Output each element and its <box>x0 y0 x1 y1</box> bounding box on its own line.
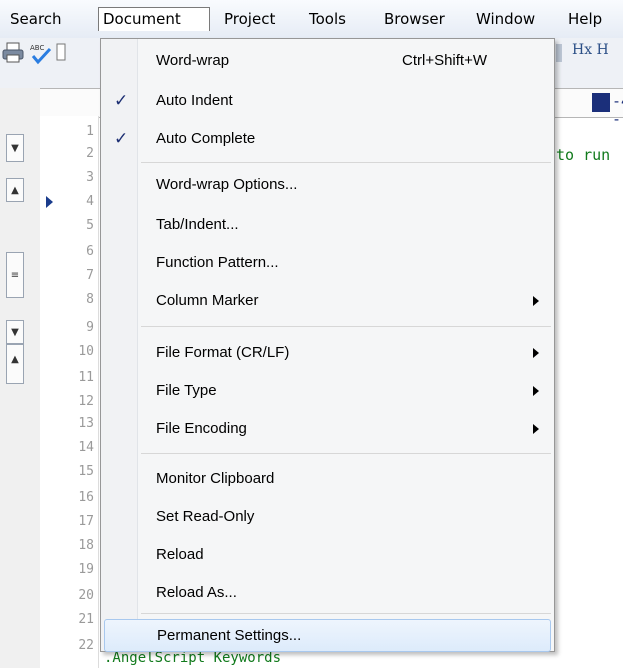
line-number: 12 <box>78 394 94 409</box>
chevron-up-icon[interactable]: ▲ <box>6 178 24 202</box>
line-number: 1 <box>86 124 94 139</box>
checkmark-icon: ✓ <box>114 129 129 149</box>
menu-item-file-encoding[interactable]: File Encoding <box>104 413 551 446</box>
menu-item-set-read-only[interactable]: Set Read-Only <box>104 501 551 534</box>
menu-browser[interactable]: Browser <box>380 7 449 31</box>
line-number: 5 <box>86 218 94 233</box>
menu-item-label: Auto Complete <box>156 130 256 147</box>
menu-separator <box>141 162 551 163</box>
menu-item-label: Tab/Indent... <box>156 216 239 233</box>
menu-item-function-pattern[interactable]: Function Pattern... <box>104 247 551 280</box>
line-number: 21 <box>78 612 94 627</box>
menu-item-auto-complete[interactable]: ✓ Auto Complete <box>104 123 551 156</box>
menu-item-label: Word-wrap Options... <box>156 176 298 193</box>
menu-item-auto-indent[interactable]: ✓ Auto Indent <box>104 85 551 118</box>
line-number: 15 <box>78 464 94 479</box>
menu-separator <box>141 326 551 327</box>
line-number: 2 <box>86 146 94 161</box>
left-outline-panel: ▼ ▲ ≡ ▼ ▲ <box>0 88 40 668</box>
current-line-marker-icon <box>46 196 53 208</box>
menu-item-label: Column Marker <box>156 292 259 309</box>
line-number: 8 <box>86 292 94 307</box>
menu-item-file-format[interactable]: File Format (CR/LF) <box>104 337 551 370</box>
document-menu-dropdown: Word-wrap Ctrl+Shift+W ✓ Auto Indent ✓ A… <box>100 38 555 652</box>
line-number: 13 <box>78 416 94 431</box>
line-number: 6 <box>86 244 94 259</box>
menu-search[interactable]: Search <box>6 7 66 31</box>
menu-item-label: Auto Indent <box>156 92 233 109</box>
line-number: 14 <box>78 440 94 455</box>
menu-separator <box>141 613 551 614</box>
line-number: 17 <box>78 514 94 529</box>
menu-item-word-wrap[interactable]: Word-wrap Ctrl+Shift+W <box>104 45 551 78</box>
menu-item-label: Monitor Clipboard <box>156 470 275 487</box>
line-number: 20 <box>78 588 94 603</box>
menu-item-label: File Type <box>156 382 217 399</box>
svg-text:ABC: ABC <box>30 44 44 52</box>
line-number: 11 <box>78 370 94 385</box>
chevron-down-icon[interactable]: ▼ <box>6 134 24 162</box>
hex-mode-icon[interactable]: Hx H <box>572 42 609 58</box>
line-number: 19 <box>78 562 94 577</box>
menu-item-file-type[interactable]: File Type <box>104 375 551 408</box>
scroll-thumb-icon[interactable]: ≡ <box>6 252 24 298</box>
submenu-arrow-icon <box>533 296 539 306</box>
menu-item-label: File Format (CR/LF) <box>156 344 290 361</box>
print-icon[interactable] <box>2 42 26 68</box>
code-text-fragment[interactable]: to run <box>556 146 610 164</box>
chevron-down-icon[interactable]: ▼ <box>6 320 24 344</box>
menu-item-column-marker[interactable]: Column Marker <box>104 285 551 318</box>
menu-project[interactable]: Project <box>220 7 279 31</box>
submenu-arrow-icon <box>533 386 539 396</box>
menu-item-reload-as[interactable]: Reload As... <box>104 577 551 610</box>
menu-item-monitor-clipboard[interactable]: Monitor Clipboard <box>104 463 551 496</box>
code-text-fragment-bottom[interactable]: .AngelScript Keywords <box>104 650 281 666</box>
menu-tools[interactable]: Tools <box>305 7 350 31</box>
menu-item-label: File Encoding <box>156 420 247 437</box>
line-number: 16 <box>78 490 94 505</box>
toolbar-partial-icon-right[interactable] <box>556 42 566 68</box>
line-number: 4 <box>86 194 94 209</box>
chevron-up-icon[interactable]: ▲ <box>6 344 24 384</box>
line-number: 10 <box>78 344 94 359</box>
submenu-arrow-icon <box>533 424 539 434</box>
ruler-text: -4--- <box>612 92 623 128</box>
checkmark-icon: ✓ <box>114 91 129 111</box>
menu-item-label: Word-wrap <box>156 52 230 69</box>
menu-bar: Search Document Project Tools Browser Wi… <box>0 0 623 39</box>
line-number: 3 <box>86 170 94 185</box>
menu-item-label: Function Pattern... <box>156 254 279 271</box>
menu-window[interactable]: Window <box>472 7 539 31</box>
menu-item-tab-indent[interactable]: Tab/Indent... <box>104 209 551 242</box>
menu-item-permanent-settings[interactable]: Permanent Settings... <box>104 619 551 652</box>
menu-item-label: Set Read-Only <box>156 508 255 525</box>
menu-item-reload[interactable]: Reload <box>104 539 551 572</box>
line-number: 9 <box>86 320 94 335</box>
ruler-cursor-marker <box>592 93 610 112</box>
line-number: 22 <box>78 638 94 653</box>
menu-item-label: Reload As... <box>156 584 237 601</box>
menu-item-shortcut: Ctrl+Shift+W <box>402 52 488 69</box>
line-number: 18 <box>78 538 94 553</box>
menu-document[interactable]: Document <box>98 7 210 31</box>
menu-help[interactable]: Help <box>564 7 606 31</box>
menu-separator <box>141 453 551 454</box>
menu-item-label: Permanent Settings... <box>157 627 302 644</box>
toolbar-partial-icon[interactable] <box>56 42 66 68</box>
line-number: 7 <box>86 268 94 283</box>
spellcheck-icon[interactable]: ABC <box>28 42 54 70</box>
menu-item-word-wrap-options[interactable]: Word-wrap Options... <box>104 169 551 202</box>
submenu-arrow-icon <box>533 348 539 358</box>
menu-item-label: Reload <box>156 546 204 563</box>
